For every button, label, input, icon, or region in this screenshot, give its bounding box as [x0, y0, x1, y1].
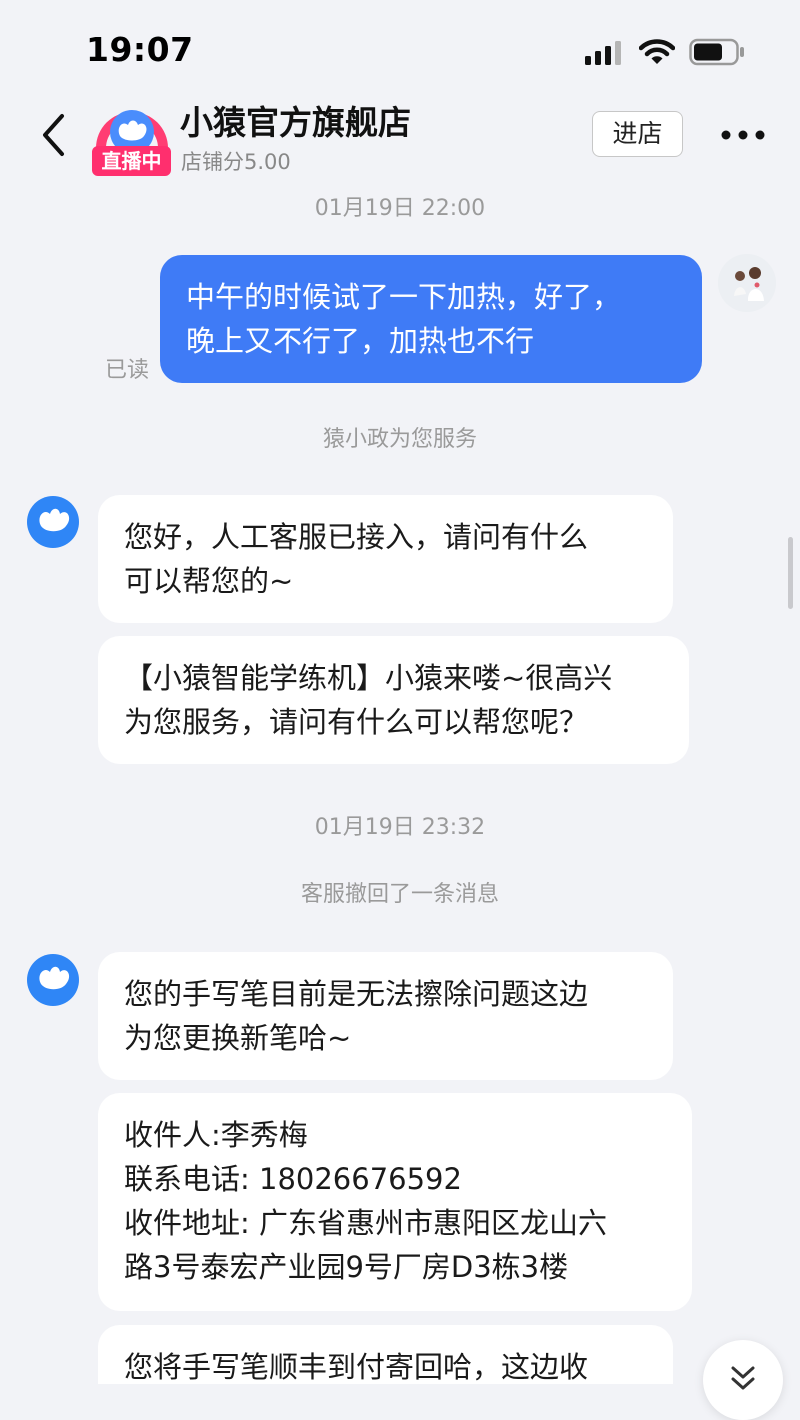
message-line: 您的手写笔目前是无法擦除问题这边	[124, 977, 589, 1011]
message-line: 联系电话: 18026676592	[124, 1162, 462, 1196]
agent-message-bubble[interactable]: 您的手写笔目前是无法擦除问题这边 为您更换新笔哈~	[98, 952, 673, 1080]
message-line: 您好，人工客服已接入，请问有什么	[124, 520, 589, 554]
shop-name[interactable]: 小猿官方旗舰店	[180, 96, 411, 144]
agent-avatar-icon[interactable]	[26, 953, 80, 1007]
read-status: 已读	[105, 358, 150, 383]
shop-score: 店铺分5.00	[181, 150, 291, 174]
system-notice: 猿小政为您服务	[322, 427, 477, 452]
scroll-indicator[interactable]	[788, 537, 793, 609]
message-line: 中午的时候试了一下加热，好了，	[186, 280, 622, 314]
message-line: 收件人:李秀梅	[124, 1118, 308, 1152]
message-line: 收件地址: 广东省惠州市惠阳区龙山六	[124, 1206, 607, 1240]
message-line: 为您更换新笔哈~	[124, 1021, 352, 1055]
user-photo-icon	[718, 254, 776, 312]
agent-message-bubble[interactable]: 您好，人工客服已接入，请问有什么 可以帮您的~	[98, 495, 673, 623]
status-bar: 19:07	[0, 0, 800, 90]
live-badge: 直播中	[92, 146, 171, 176]
enter-shop-button[interactable]: 进店	[592, 111, 683, 157]
chat-header: 直播中 小猿官方旗舰店 店铺分5.00 进店	[0, 90, 800, 182]
battery-icon	[689, 38, 744, 66]
status-time: 19:07	[86, 30, 194, 69]
scroll-to-bottom-button[interactable]	[703, 1340, 783, 1420]
agent-avatar-icon[interactable]	[26, 495, 80, 549]
double-chevron-down-icon	[731, 1366, 755, 1390]
message-line: 可以帮您的~	[124, 564, 294, 598]
message-line: 路3号泰宏产业园9号厂房D3栋3楼	[124, 1250, 569, 1284]
timestamp: 01月19日 22:00	[314, 196, 486, 221]
message-line: 晚上又不行了，加热也不行	[186, 324, 535, 358]
message-line: 您将手写笔顺丰到付寄回哈，这边收	[124, 1350, 589, 1384]
signal-icon	[585, 41, 625, 65]
agent-message-bubble[interactable]: 收件人:李秀梅 联系电话: 18026676592 收件地址: 广东省惠州市惠阳…	[98, 1093, 692, 1311]
wifi-icon	[639, 39, 675, 64]
more-dots-icon[interactable]	[720, 126, 766, 144]
user-avatar[interactable]	[718, 254, 776, 312]
agent-message-bubble[interactable]: 您将手写笔顺丰到付寄回哈，这边收	[98, 1325, 673, 1384]
agent-message-bubble[interactable]: 【小猿智能学练机】小猿来喽~很高兴 为您服务，请问有什么可以帮您呢？	[98, 636, 689, 764]
message-line: 为您服务，请问有什么可以帮您呢？	[124, 705, 589, 739]
message-line: 【小猿智能学练机】小猿来喽~很高兴	[124, 661, 613, 695]
chevron-left-icon[interactable]	[36, 112, 72, 158]
user-message-bubble[interactable]: 中午的时候试了一下加热，好了， 晚上又不行了，加热也不行	[160, 255, 702, 383]
timestamp: 01月19日 23:32	[314, 815, 486, 840]
system-notice: 客服撤回了一条消息	[300, 882, 499, 907]
shop-avatar[interactable]: 直播中	[92, 96, 172, 176]
